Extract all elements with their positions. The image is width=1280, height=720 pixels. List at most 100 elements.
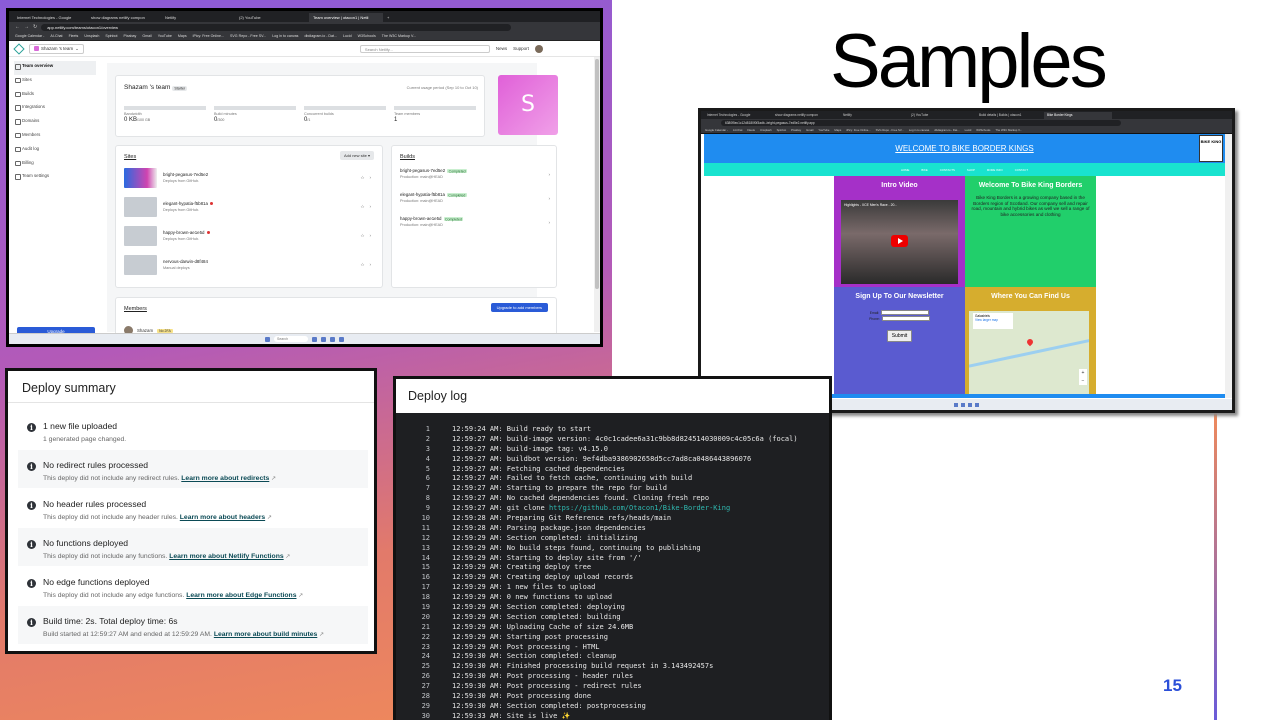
- deploy-log-console[interactable]: 1 12:59:24 AM: Build ready to start 2 12:59…: [396, 413, 829, 720]
- bookmark-item[interactable]: Fleets: [747, 128, 755, 132]
- sidebar-item-billing[interactable]: Billing: [14, 158, 96, 172]
- search-input[interactable]: Search Netlify...: [359, 44, 490, 53]
- star-icon[interactable]: ☆: [360, 175, 369, 180]
- browser-tab[interactable]: show diagrams netlify compon: [772, 112, 840, 119]
- map-zoom-controls[interactable]: + −: [1079, 369, 1087, 385]
- nav-link[interactable]: HOME: [901, 168, 909, 172]
- builds-heading[interactable]: Builds: [400, 154, 415, 160]
- nav-link[interactable]: CONTACTS: [940, 168, 955, 172]
- site-thumbnail[interactable]: [124, 226, 157, 246]
- browser-tab[interactable]: show diagrams netlify compon: [87, 13, 161, 22]
- map-pin-icon[interactable]: [1025, 337, 1035, 347]
- back-icon[interactable]: ←: [15, 24, 20, 30]
- bookmark-item[interactable]: Gmail: [142, 34, 151, 38]
- team-selector[interactable]: Shazam 's team ⌄: [29, 43, 84, 54]
- build-row[interactable]: bright-pegasus-7ed5e2 Completed Production…: [400, 168, 550, 190]
- chevron-right-icon[interactable]: ›: [370, 233, 377, 238]
- site-row[interactable]: nervous-darwin-d8f484 Manual deploys ☆›: [124, 255, 376, 277]
- site-thumbnail[interactable]: [124, 255, 157, 275]
- bookmark-item[interactable]: The W3C Markup V...: [995, 128, 1022, 132]
- bookmark-item[interactable]: Unsplash: [84, 34, 99, 38]
- bookmark-item[interactable]: Gmail: [806, 128, 813, 132]
- bookmark-item[interactable]: Unsplash: [760, 128, 772, 132]
- sidebar-item-domains[interactable]: Domains: [14, 116, 96, 130]
- site-row[interactable]: bright-pegasus-7ed5e2 Deploys from GitHub…: [124, 168, 376, 190]
- bookmark-item[interactable]: W3Schools: [976, 128, 990, 132]
- browser-tab[interactable]: Netlify: [161, 13, 235, 22]
- bookmark-item[interactable]: SVG Repo - Free SV...: [230, 34, 266, 38]
- address-bar[interactable]: app.netlify.com/teams/otacon1/overview: [41, 23, 512, 31]
- bookmark-item[interactable]: Fleets: [69, 34, 79, 38]
- address-bar[interactable]: 6380f5ec1c12d8180f0f3adb--bright-pegasus…: [721, 120, 1121, 126]
- bike-header-title[interactable]: WELCOME TO BIKE BORDER KINGS: [895, 144, 1033, 153]
- site-name[interactable]: bright-pegasus-7ed5e2: [163, 172, 208, 177]
- site-name[interactable]: happy-brown-ae1e5d: [163, 230, 210, 235]
- upgrade-members-button[interactable]: Upgrade to add members: [490, 303, 548, 312]
- browser-tab-active[interactable]: Bike Border Kings: [1044, 112, 1112, 119]
- nav-link[interactable]: BIKE: [921, 168, 927, 172]
- site-name[interactable]: nervous-darwin-d8f484: [163, 259, 208, 264]
- chevron-right-icon[interactable]: ›: [370, 262, 377, 267]
- chevron-right-icon[interactable]: ›: [549, 196, 551, 201]
- play-button-icon[interactable]: [891, 235, 908, 247]
- taskbar-app-icon[interactable]: [312, 336, 317, 342]
- bookmark-item[interactable]: AI-Chat: [733, 128, 742, 132]
- site-row-controls[interactable]: ☆›: [360, 175, 376, 181]
- learn-more-link[interactable]: Learn more about Netlify Functions: [169, 553, 283, 560]
- taskbar-app-icon[interactable]: [321, 336, 326, 342]
- bookmark-item[interactable]: Google Calendar -: [15, 34, 44, 38]
- bookmark-item[interactable]: Google Calendar -: [705, 128, 728, 132]
- new-tab-button[interactable]: +: [383, 13, 393, 22]
- taskbar-app-icon[interactable]: [339, 336, 344, 342]
- taskbar-app-icon[interactable]: [975, 402, 979, 407]
- youtube-video[interactable]: Highlights - XCE Men's Race - 20...: [841, 200, 958, 284]
- learn-more-link[interactable]: Learn more about redirects: [181, 475, 269, 482]
- browser-tab[interactable]: Internet Technologies - Google: [704, 112, 772, 119]
- support-link[interactable]: Support: [513, 46, 529, 51]
- learn-more-link[interactable]: Learn more about Edge Functions: [186, 592, 296, 599]
- bookmark-item[interactable]: Pixabay: [791, 128, 801, 132]
- chevron-right-icon[interactable]: ›: [370, 204, 377, 209]
- google-map[interactable]: Galashiels View larger map + −: [969, 311, 1089, 395]
- git-repo-link[interactable]: https://github.com/Otacon1/Bike-Border-K…: [549, 504, 730, 512]
- build-row[interactable]: happy-brown-ae1e5d Completed Production: m…: [400, 216, 550, 238]
- browser-tab[interactable]: (2) YouTube: [908, 112, 976, 119]
- taskbar-search[interactable]: Search: [274, 336, 308, 342]
- chevron-right-icon[interactable]: ›: [549, 220, 551, 225]
- view-larger-map-link[interactable]: View larger map: [975, 318, 1011, 322]
- site-thumbnail[interactable]: [124, 168, 157, 188]
- taskbar-app-icon[interactable]: [961, 402, 965, 407]
- nav-link[interactable]: MORE INFO: [987, 168, 1003, 172]
- site-row[interactable]: elegant-hypatia-f5b81a Deploys from GitHu…: [124, 197, 376, 219]
- members-heading[interactable]: Members: [124, 306, 147, 312]
- submit-button[interactable]: Submit: [886, 330, 913, 342]
- scrollbar[interactable]: [594, 57, 600, 332]
- site-thumbnail[interactable]: [124, 197, 157, 217]
- site-row-controls[interactable]: ☆›: [360, 204, 376, 210]
- bookmark-item[interactable]: Spinbot: [777, 128, 787, 132]
- bookmark-item[interactable]: Maps: [178, 34, 187, 38]
- star-icon[interactable]: ☆: [360, 204, 369, 209]
- email-field[interactable]: [881, 310, 930, 315]
- add-new-site-button[interactable]: Add new site ▾: [339, 151, 374, 160]
- bookmark-item[interactable]: dbdiagram.io - Dat...: [934, 128, 959, 132]
- sidebar-item-builds[interactable]: Builds: [14, 89, 96, 103]
- taskbar-app-icon[interactable]: [968, 402, 972, 407]
- bookmark-item[interactable]: Spinbot: [105, 34, 117, 38]
- bookmark-item[interactable]: Log in to canvas: [272, 34, 298, 38]
- news-link[interactable]: News: [496, 46, 507, 51]
- site-row[interactable]: happy-brown-ae1e5d Deploys from GitHub. ☆›: [124, 226, 376, 248]
- browser-tab[interactable]: Build details | Builds | otacon1: [976, 112, 1044, 119]
- browser-tab-active[interactable]: Team overview | otacon1 | Netli: [309, 13, 383, 22]
- sidebar-item-team-settings[interactable]: Team settings: [14, 171, 96, 185]
- bookmark-item[interactable]: AI-Chat: [50, 34, 62, 38]
- bookmark-item[interactable]: iPicy: Free Online...: [193, 34, 224, 38]
- site-row-controls[interactable]: ☆›: [360, 262, 376, 268]
- bookmark-item[interactable]: SVG Repo - Free SV...: [876, 128, 904, 132]
- netlify-logo-icon[interactable]: [13, 42, 25, 55]
- bookmark-item[interactable]: The W3C Markup V...: [382, 34, 416, 38]
- sidebar-item-audit-log[interactable]: Audit log: [14, 144, 96, 158]
- bookmark-item[interactable]: Lucid: [965, 128, 972, 132]
- reload-icon[interactable]: ↻: [33, 24, 37, 30]
- sidebar-item-members[interactable]: Members: [14, 130, 96, 144]
